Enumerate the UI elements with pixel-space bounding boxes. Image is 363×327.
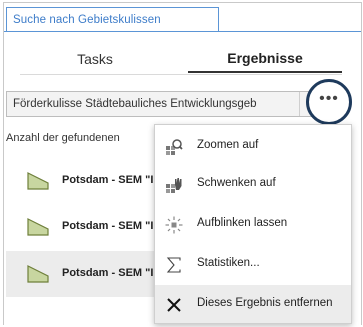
widget-header-tab: Suche nach Gebietskulissen (6, 7, 219, 32)
flash-icon (165, 216, 183, 234)
menu-item-label: Aufblinken lassen (197, 217, 288, 229)
result-label: Potsdam - SEM "I (62, 267, 154, 279)
more-options-button[interactable]: ••• (306, 79, 352, 125)
zoom-to-icon (165, 138, 183, 156)
menu-item-pan-to[interactable]: Schwenken auf (155, 165, 351, 203)
sigma-icon (165, 256, 183, 274)
pan-to-icon (165, 176, 183, 194)
tab-divider (20, 74, 342, 75)
result-item[interactable]: Potsdam - SEM "I (6, 207, 176, 247)
menu-item-zoom-to[interactable]: Zoomen auf (155, 127, 351, 165)
polygon-icon (27, 265, 49, 283)
menu-item-label: Statistiken... (197, 257, 260, 269)
menu-item-label: Zoomen auf (197, 139, 259, 151)
layer-select-value: Förderkulisse Städtebauliches Entwicklun… (13, 98, 257, 110)
menu-item-label: Dieses Ergebnis entfernen (197, 297, 333, 309)
polygon-icon (27, 172, 49, 190)
close-icon (165, 296, 183, 314)
tab-results[interactable]: Ergebnisse (188, 45, 342, 73)
more-dots-icon: ••• (319, 90, 339, 107)
menu-item-flash[interactable]: Aufblinken lassen (155, 205, 351, 243)
result-label: Potsdam - SEM "I (62, 220, 154, 232)
header-divider (4, 31, 361, 32)
result-context-menu: Zoomen auf Schwenken auf Aufblinken lass… (154, 124, 352, 324)
menu-item-statistics[interactable]: Statistiken... (155, 245, 351, 283)
menu-item-label: Schwenken auf (197, 177, 276, 189)
tab-tasks[interactable]: Tasks (20, 45, 170, 73)
result-item-selected[interactable]: Potsdam - SEM "I (6, 251, 176, 297)
results-count-label: Anzahl der gefundenen (6, 132, 120, 144)
widget-title: Suche nach Gebietskulissen (13, 14, 161, 26)
menu-item-remove-result[interactable]: Dieses Ergebnis entfernen (155, 285, 351, 323)
layer-select[interactable]: Förderkulisse Städtebauliches Entwicklun… (6, 91, 324, 117)
tab-bar: Tasks Ergebnisse (4, 45, 361, 75)
result-label: Potsdam - SEM "I (62, 174, 154, 186)
polygon-icon (27, 218, 49, 236)
result-item[interactable]: Potsdam - SEM "I (6, 161, 176, 201)
